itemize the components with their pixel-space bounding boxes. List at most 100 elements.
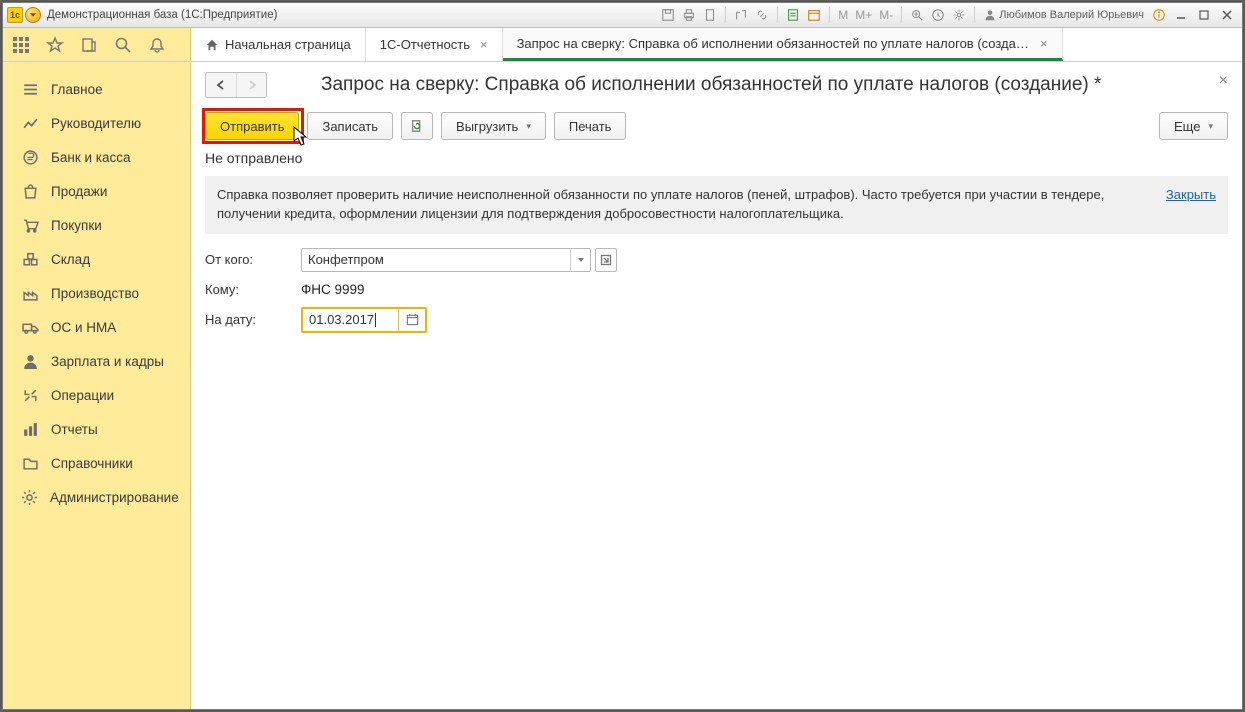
menu-icon xyxy=(21,80,39,98)
info-icon[interactable] xyxy=(1149,6,1169,24)
from-label: От кого: xyxy=(205,252,301,267)
calculator-icon[interactable] xyxy=(783,6,803,24)
save-icon[interactable] xyxy=(658,6,678,24)
sidebar-item-admin[interactable]: Администрирование xyxy=(3,480,190,514)
sidebar-item-manager[interactable]: Руководителю xyxy=(3,106,190,140)
sidebar-item-hr[interactable]: Зарплата и кадры xyxy=(3,344,190,378)
user-name: Любимов Валерий Юрьевич xyxy=(999,9,1144,21)
refresh-button[interactable] xyxy=(401,112,433,140)
dropdown-icon[interactable] xyxy=(570,249,590,271)
quick-access-bar xyxy=(3,28,191,61)
send-button[interactable]: Отправить xyxy=(205,112,299,140)
sidebar-label: Зарплата и кадры xyxy=(51,354,164,369)
titlebar-toolbar: M M+ M- Любимов Валерий Юрьевич xyxy=(658,6,1238,24)
compare-icon[interactable] xyxy=(731,6,751,24)
tab-close-icon[interactable]: × xyxy=(480,37,488,52)
sidebar-label: Банк и касса xyxy=(51,150,131,165)
caret-down-icon: ▾ xyxy=(526,121,531,132)
current-user[interactable]: Любимов Валерий Юрьевич xyxy=(980,9,1148,21)
favorites-icon[interactable] xyxy=(45,35,65,55)
from-select[interactable]: Конфетпром xyxy=(301,248,591,272)
from-value: Конфетпром xyxy=(302,249,570,271)
tab-home-label: Начальная страница xyxy=(225,37,351,52)
date-value: 01.03.2017 xyxy=(303,309,399,331)
sidebar-item-production[interactable]: Производство xyxy=(3,276,190,310)
date-label: На дату: xyxy=(205,312,301,327)
app-menu-dropdown[interactable] xyxy=(25,7,41,23)
titlebar: 1c Демонстрационная база (1С:Предприятие… xyxy=(3,3,1242,28)
send-button-label: Отправить xyxy=(220,119,284,134)
apps-grid-icon[interactable] xyxy=(11,35,31,55)
tab-close-icon[interactable]: × xyxy=(1040,36,1048,51)
to-label: Кому: xyxy=(205,282,301,297)
nav-buttons xyxy=(205,72,267,98)
minimize-button[interactable] xyxy=(1170,6,1192,24)
command-bar: Отправить Записать Выгрузить ▾ Печать Еще… xyxy=(205,112,1228,140)
print-icon[interactable] xyxy=(679,6,699,24)
memory-m[interactable]: M xyxy=(835,8,851,22)
unload-button[interactable]: Выгрузить ▾ xyxy=(441,112,546,140)
sidebar-item-purchases[interactable]: Покупки xyxy=(3,208,190,242)
tab-request-label: Запрос на сверку: Справка об исполнении … xyxy=(517,36,1030,51)
date-input[interactable]: 01.03.2017 xyxy=(301,307,427,333)
tab-reporting[interactable]: 1С-Отчетность × xyxy=(366,28,503,61)
print-button[interactable]: Печать xyxy=(554,112,627,140)
sidebar-item-bank[interactable]: Банк и касса xyxy=(3,140,190,174)
factory-icon xyxy=(21,284,39,302)
open-select-button[interactable] xyxy=(595,248,617,272)
sidebar: Главное Руководителю Банк и касса Продаж… xyxy=(3,62,191,709)
tab-home[interactable]: Начальная страница xyxy=(191,28,366,61)
sidebar-item-assets[interactable]: ОС и НМА xyxy=(3,310,190,344)
maximize-button[interactable] xyxy=(1193,6,1215,24)
print-button-label: Печать xyxy=(569,119,612,134)
sidebar-item-sales[interactable]: Продажи xyxy=(3,174,190,208)
sidebar-item-catalogs[interactable]: Справочники xyxy=(3,446,190,480)
clock-icon[interactable] xyxy=(928,6,948,24)
to-value: ФНС 9999 xyxy=(301,282,365,297)
sidebar-label: Склад xyxy=(51,252,90,267)
link-icon[interactable] xyxy=(752,6,772,24)
memory-m-plus[interactable]: M+ xyxy=(852,8,875,22)
sidebar-label: Операции xyxy=(51,388,114,403)
tab-reporting-label: 1С-Отчетность xyxy=(380,37,470,52)
document-icon[interactable] xyxy=(700,6,720,24)
sidebar-label: ОС и НМА xyxy=(51,320,116,335)
sidebar-label: Производство xyxy=(51,286,139,301)
sidebar-label: Руководителю xyxy=(51,116,141,131)
search-icon[interactable] xyxy=(113,35,133,55)
body: Главное Руководителю Банк и касса Продаж… xyxy=(3,62,1242,709)
sidebar-label: Справочники xyxy=(51,456,133,471)
form-row-from: От кого: Конфетпром xyxy=(205,248,1228,272)
app-window: 1c Демонстрационная база (1С:Предприятие… xyxy=(2,2,1243,710)
sidebar-item-reports[interactable]: Отчеты xyxy=(3,412,190,446)
form-row-to: Кому: ФНС 9999 xyxy=(205,282,1228,297)
caret-down-icon: ▾ xyxy=(1208,121,1213,132)
tab-request[interactable]: Запрос на сверку: Справка об исполнении … xyxy=(503,28,1063,61)
app-logo-icon: 1c xyxy=(7,7,23,23)
zoom-icon[interactable] xyxy=(907,6,927,24)
more-button[interactable]: Еще▾ xyxy=(1159,112,1228,140)
memory-m-minus[interactable]: M- xyxy=(876,8,896,22)
unload-button-label: Выгрузить xyxy=(456,119,518,134)
settings-icon[interactable] xyxy=(949,6,969,24)
history-icon[interactable] xyxy=(79,35,99,55)
truck-icon xyxy=(21,318,39,336)
window-close-button[interactable] xyxy=(1216,6,1238,24)
content-area: Запрос на сверку: Справка об исполнении … xyxy=(191,62,1242,709)
top-row: Начальная страница 1С-Отчетность × Запро… xyxy=(3,28,1242,62)
info-box: Справка позволяет проверить наличие неис… xyxy=(205,176,1228,234)
sidebar-label: Администрирование xyxy=(50,490,179,505)
nav-forward-button[interactable] xyxy=(236,73,266,97)
notifications-icon[interactable] xyxy=(147,35,167,55)
nav-back-button[interactable] xyxy=(206,73,236,97)
window-title: Демонстрационная база (1С:Предприятие) xyxy=(47,9,277,21)
calendar-picker-icon[interactable] xyxy=(399,309,425,331)
sidebar-item-main[interactable]: Главное xyxy=(3,72,190,106)
page-close-button[interactable]: × xyxy=(1219,72,1228,90)
write-button[interactable]: Записать xyxy=(307,112,393,140)
sidebar-item-warehouse[interactable]: Склад xyxy=(3,242,190,276)
boxes-icon xyxy=(21,250,39,268)
calendar-icon[interactable] xyxy=(804,6,824,24)
sidebar-item-operations[interactable]: Операции xyxy=(3,378,190,412)
info-close-link[interactable]: Закрыть xyxy=(1166,186,1216,224)
